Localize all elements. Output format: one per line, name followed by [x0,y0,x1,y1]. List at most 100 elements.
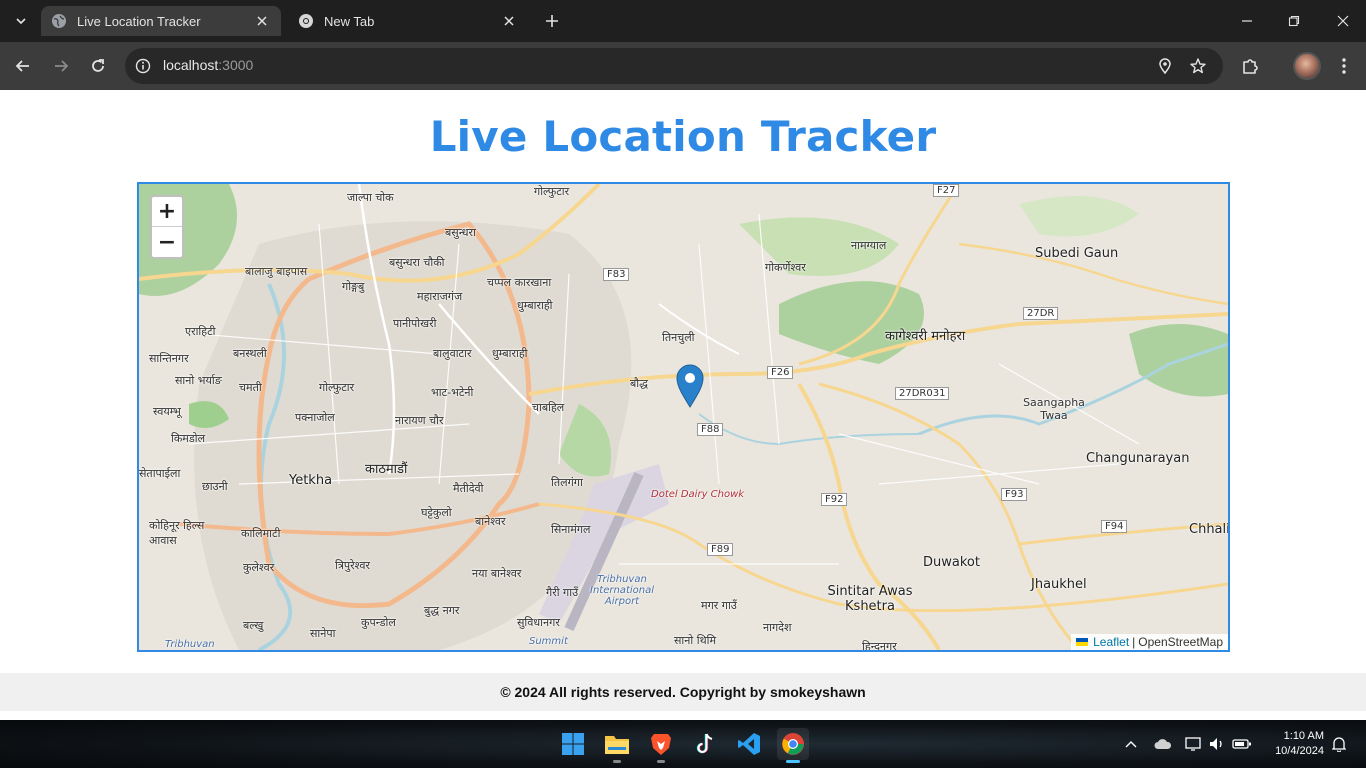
footer-text: © 2024 All rights reserved. Copyright by… [500,684,866,700]
map-attribution: Leaflet | OpenStreetMap [1071,634,1228,650]
reload-button[interactable] [84,52,112,80]
reload-icon [92,59,104,72]
map-label: नामग्याल [851,239,887,252]
close-tab-icon[interactable] [253,12,271,30]
running-indicator [657,760,665,763]
globe-icon [51,13,67,29]
map-label: नया बानेश्वर [472,567,522,580]
map-label: बौद्ध [630,377,648,390]
map-label: Yetkha [289,473,333,488]
vscode-button[interactable] [733,728,765,760]
map-label: गैरी गाउँ [546,586,579,599]
star-icon[interactable] [1189,57,1207,75]
road-shield: F83 [603,268,630,281]
map-label: Changunarayan [1086,451,1190,466]
map-container[interactable]: जाल्पा चोक गोल्फुटार बसुन्धरा बसुन्धरा च… [137,182,1230,652]
tab-title: New Tab [324,13,375,29]
zoom-out-button[interactable]: − [152,227,182,257]
road-shield: F88 [697,423,724,436]
map-label: किमडोल [171,432,206,445]
onedrive-icon[interactable] [1153,734,1173,754]
map-label: काठमाडौं [365,462,408,477]
brave-lion-icon [651,734,671,755]
map-label: महाराजगंज [417,290,463,303]
clock-date: 10/4/2024 [1275,745,1324,757]
map-label: धुम्बाराही [492,347,528,360]
leaflet-link[interactable]: Leaflet [1093,635,1129,649]
network-icon[interactable] [1184,734,1204,754]
extensions-button[interactable] [1239,55,1261,77]
map-label: गोल्फुटार [534,185,570,198]
map-label: पक्नाजोल [295,411,335,424]
chrome-icon [782,733,804,755]
map-label: मगर गाउँ [701,599,737,612]
file-explorer-button[interactable] [601,728,633,763]
back-button[interactable] [9,52,37,80]
system-clock[interactable]: 1:10 AM 10/4/2024 [1262,729,1324,759]
chrome-button[interactable] [777,728,809,763]
new-tab-button[interactable] [539,8,565,34]
browser-menu-button[interactable] [1333,55,1355,77]
show-hidden-icons-button[interactable] [1121,734,1141,754]
map-label: जाल्पा चोक [347,191,394,204]
road-shield: F92 [821,493,848,506]
browser-tabbar: Live Location Tracker New Tab [0,0,1366,42]
windows-icon [562,733,584,755]
map-label: नारायण चौर [395,414,444,427]
map-label: हिन्दनगर [862,640,897,652]
tab-search-button[interactable] [8,8,34,34]
clock-time: 1:10 AM [1283,730,1324,742]
battery-icon[interactable] [1232,734,1252,754]
map-label: बनस्थली [233,347,267,360]
address-bar[interactable]: localhost:3000 [125,48,1223,84]
tab-new-tab[interactable]: New Tab [288,6,528,36]
close-tab-icon[interactable] [500,12,518,30]
tiktok-button[interactable] [689,728,721,760]
map-label: तिनचुली [662,331,695,344]
page-footer: © 2024 All rights reserved. Copyright by… [0,673,1366,711]
forward-button[interactable] [47,52,75,80]
attribution-separator: | [1132,635,1136,649]
map-label: भाट-भटेनी [431,386,474,399]
tab-live-location-tracker[interactable]: Live Location Tracker [41,6,281,36]
profile-avatar[interactable] [1293,52,1321,80]
map-label: कालिमाटी [241,527,281,540]
tiktok-icon [696,733,713,754]
taskbar: 1:10 AM 10/4/2024 [0,720,1366,768]
zoom-in-button[interactable]: + [152,197,182,227]
road-shield: F26 [767,366,794,379]
minimize-button[interactable] [1224,0,1270,42]
ukraine-flag-icon [1076,638,1089,646]
arrow-left-icon [15,60,29,72]
location-marker-icon[interactable] [676,364,704,408]
map-label: मैतीदेवी [453,482,484,495]
map-label: Duwakot [923,555,980,570]
info-icon[interactable] [135,58,151,74]
map-label: कागेश्वरी मनोहरा [885,329,966,344]
restore-button[interactable] [1271,0,1317,42]
map-label: गोकर्णेश्वर [765,261,806,274]
restore-icon [1288,15,1300,27]
close-window-button[interactable] [1320,0,1366,42]
tab-title: Live Location Tracker [77,13,201,29]
notifications-button[interactable] [1329,734,1349,754]
map-label: बानेश्वर [475,515,506,528]
map-label: Chhali [1189,522,1230,537]
map-label: घट्टेकुलो [421,506,452,519]
map-label: सेतापाईला [139,467,181,480]
map-label: कुपन्डोल [361,616,396,629]
road-shield: F94 [1101,520,1128,533]
start-button[interactable] [557,728,589,760]
map-label: बालाजु बाइपास [245,265,308,278]
map-label: त्रिपुरेश्वर [335,559,370,572]
volume-icon[interactable] [1207,734,1227,754]
bell-icon [1332,737,1346,752]
location-pin-icon[interactable] [1156,57,1174,75]
running-indicator [613,760,621,763]
map-label: Sintitar Awas Kshetra [827,584,913,614]
browser-toolbar: localhost:3000 [0,42,1366,90]
brave-browser-button[interactable] [645,728,677,763]
map-label: सानो थिमि [674,634,717,647]
map-label: बुद्ध नगर [424,604,460,617]
map-label: तिलगंगा [551,476,583,489]
